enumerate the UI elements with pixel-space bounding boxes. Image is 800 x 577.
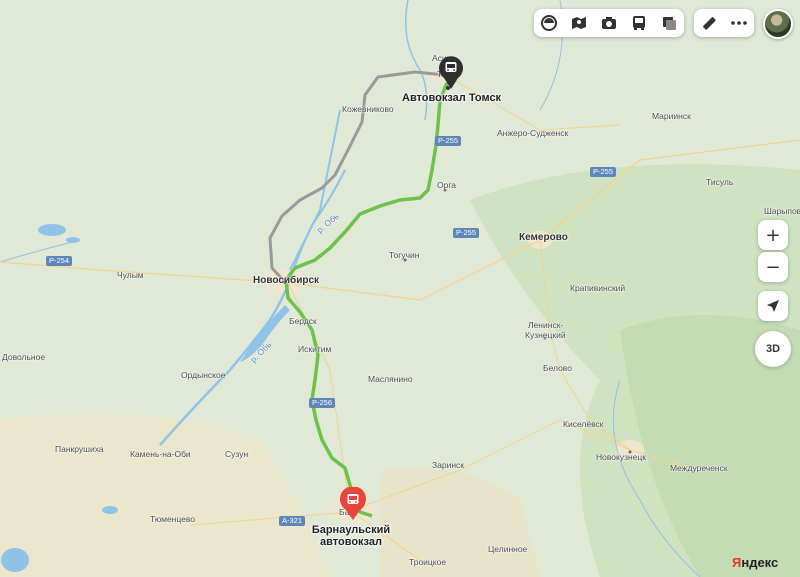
road-shield-r255-c: Р-255 xyxy=(453,228,480,238)
road-shield-r256: Р-256 xyxy=(309,398,336,408)
place-leninsk-2: Кузнецкий xyxy=(525,330,566,340)
camera-icon[interactable] xyxy=(594,9,624,37)
zoom-in-button[interactable]: + xyxy=(758,220,788,250)
place-maslyanino: Маслянино xyxy=(368,374,413,384)
place-berdsk: Бердск xyxy=(289,316,317,326)
place-sharypovo: Шарыпово xyxy=(764,206,800,216)
map-panorama-icon[interactable] xyxy=(564,9,594,37)
place-belovo: Белово xyxy=(543,363,572,373)
transport-icon[interactable] xyxy=(654,9,684,37)
layers-icon[interactable] xyxy=(534,9,564,37)
tools-toolbar xyxy=(694,9,754,37)
place-kamen: Камень-на-Оби xyxy=(130,449,191,459)
place-kemerovo: Кемерово xyxy=(519,232,568,243)
map-canvas[interactable] xyxy=(0,0,800,577)
compass-3d-label: 3D xyxy=(765,343,781,355)
place-kiselevsk: Киселёвск xyxy=(563,419,604,429)
logo-text: ндекс xyxy=(741,555,779,570)
place-zarinsk: Заринск xyxy=(432,460,464,470)
place-kozhevnikovo: Кожевниково xyxy=(342,104,394,114)
destination-bus-pin[interactable] xyxy=(339,487,367,521)
origin-label[interactable]: Автовокзал Томск xyxy=(402,92,501,104)
road-shield-r255-b: Р-255 xyxy=(590,167,617,177)
place-chulym: Чулым xyxy=(117,270,144,280)
navigation-arrow-icon xyxy=(767,300,779,312)
place-krapivinsky: Крапивинский xyxy=(570,283,626,293)
road-shield-a321: А-321 xyxy=(279,516,306,526)
place-tyumentsevo: Тюменцево xyxy=(150,514,196,524)
place-dovolnoe: Довольное xyxy=(2,352,46,362)
place-suzun: Сузун xyxy=(225,449,249,459)
place-iskitim: Искитим xyxy=(298,344,332,354)
place-novokuznetsk: Новокузнецк xyxy=(596,452,646,462)
user-avatar[interactable] xyxy=(763,9,793,39)
place-leninsk-1: Ленинск- xyxy=(528,320,564,330)
place-mariinsk: Мариинск xyxy=(652,111,691,121)
geolocation-button[interactable] xyxy=(758,291,788,321)
origin-bus-pin[interactable] xyxy=(438,56,464,90)
place-tselinnoe: Целинное xyxy=(488,544,528,554)
destination-label[interactable]: Барнаульский автовокзал xyxy=(309,524,393,548)
ruler-icon[interactable] xyxy=(694,9,724,37)
place-pankrushiha: Панкрушиха xyxy=(55,444,104,454)
bus-icon[interactable] xyxy=(624,9,654,37)
compass-3d-button[interactable]: 3D xyxy=(755,331,791,367)
logo-letter: Я xyxy=(732,555,742,570)
place-anzhero: Анжеро-Судженск xyxy=(497,128,569,138)
place-tisul: Тисуль xyxy=(706,177,734,187)
place-mezhdurechensk: Междуреченск xyxy=(670,463,728,473)
road-shield-r254: Р-254 xyxy=(46,256,73,266)
place-togucin: Тогучин xyxy=(389,250,420,260)
zoom-out-button[interactable]: − xyxy=(758,252,788,282)
place-orga: Орга xyxy=(437,180,456,190)
place-troitskoe: Троицкое xyxy=(409,557,447,567)
place-ordynskoe: Ордынское xyxy=(181,370,226,380)
yandex-logo[interactable]: Яндекс xyxy=(732,555,778,570)
layers-toolbar xyxy=(534,9,684,37)
place-novosibirsk: Новосибирск xyxy=(253,275,320,286)
road-shield-r255-a: Р-255 xyxy=(435,136,462,146)
more-icon[interactable] xyxy=(724,9,754,37)
